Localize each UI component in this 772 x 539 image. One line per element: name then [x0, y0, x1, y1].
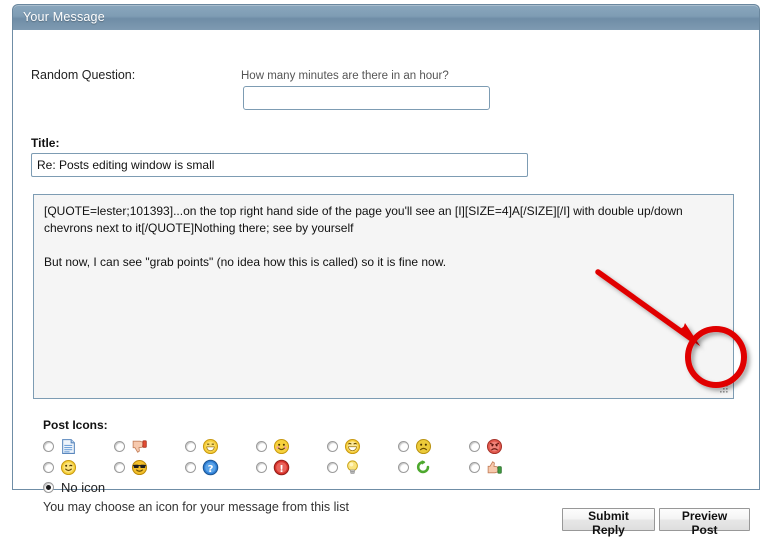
- random-question-text: How many minutes are there in an hour?: [241, 70, 449, 82]
- smiley-frown-icon[interactable]: [415, 438, 432, 455]
- arrow-redirect-icon[interactable]: [415, 459, 432, 476]
- post-icon-option-frown[interactable]: [398, 438, 469, 455]
- smiley-big-grin-icon[interactable]: [202, 438, 219, 455]
- no-icon-label: No icon: [61, 480, 105, 495]
- smiley-angry-icon[interactable]: [486, 438, 503, 455]
- post-icon-radio[interactable]: [43, 441, 54, 452]
- post-icon-option-redirect[interactable]: [398, 459, 469, 476]
- smiley-wink-icon[interactable]: [60, 459, 77, 476]
- post-icon-radio[interactable]: [43, 462, 54, 473]
- post-icon-option-thumbs-down[interactable]: [114, 438, 185, 455]
- post-icon-option-cool[interactable]: [114, 459, 185, 476]
- thumbs-down-icon[interactable]: [131, 438, 148, 455]
- post-icon-option-blush[interactable]: [256, 438, 327, 455]
- panel-body: Random Question: How many minutes are th…: [12, 30, 760, 490]
- lightbulb-icon[interactable]: [344, 459, 361, 476]
- no-icon-option[interactable]: No icon: [43, 480, 105, 495]
- title-input[interactable]: [31, 153, 528, 177]
- svg-text:!: !: [279, 464, 284, 475]
- post-icon-option-document[interactable]: [43, 438, 114, 455]
- message-editor: [QUOTE=lester;101393]...on the top right…: [33, 194, 734, 399]
- post-icon-radio[interactable]: [469, 462, 480, 473]
- post-icon-radio[interactable]: [256, 441, 267, 452]
- resize-grip-icon[interactable]: [717, 382, 731, 396]
- exclamation-mark-icon[interactable]: !: [273, 459, 290, 476]
- question-mark-icon[interactable]: ?: [202, 459, 219, 476]
- smiley-laugh-icon[interactable]: [344, 438, 361, 455]
- no-icon-radio[interactable]: [43, 482, 54, 493]
- post-icon-option-big-grin[interactable]: [185, 438, 256, 455]
- random-question-label: Random Question:: [31, 68, 135, 82]
- post-icons-row: [43, 436, 563, 457]
- post-icon-radio[interactable]: [398, 441, 409, 452]
- submit-reply-button[interactable]: Submit Reply: [562, 508, 655, 531]
- smiley-cool-icon[interactable]: [131, 459, 148, 476]
- post-icon-radio[interactable]: [469, 441, 480, 452]
- post-icon-option-angry[interactable]: [469, 438, 540, 455]
- your-message-panel: Your Message Random Question: How many m…: [12, 4, 760, 490]
- post-icon-radio[interactable]: [398, 462, 409, 473]
- thumbs-up-icon[interactable]: [486, 459, 503, 476]
- panel-title: Your Message: [23, 10, 105, 24]
- preview-post-button[interactable]: Preview Post: [659, 508, 750, 531]
- random-question-input[interactable]: [243, 86, 490, 110]
- post-icons-grid: ? !: [43, 436, 563, 478]
- post-icon-option-laugh[interactable]: [327, 438, 398, 455]
- post-icon-option-exclamation[interactable]: !: [256, 459, 327, 476]
- smiley-blush-icon[interactable]: [273, 438, 290, 455]
- post-icon-option-lightbulb[interactable]: [327, 459, 398, 476]
- panel-header: Your Message: [12, 4, 760, 30]
- form-footer: Submit Reply Preview Post: [0, 508, 772, 539]
- post-icon-radio[interactable]: [185, 441, 196, 452]
- svg-text:?: ?: [208, 464, 214, 475]
- message-textarea[interactable]: [QUOTE=lester;101393]...on the top right…: [33, 194, 734, 399]
- document-icon[interactable]: [60, 438, 77, 455]
- post-icon-option-wink[interactable]: [43, 459, 114, 476]
- post-icon-radio[interactable]: [256, 462, 267, 473]
- post-icon-radio[interactable]: [327, 462, 338, 473]
- post-icon-radio[interactable]: [114, 441, 125, 452]
- post-icon-option-thumbs-up[interactable]: [469, 459, 540, 476]
- post-icon-radio[interactable]: [185, 462, 196, 473]
- post-icon-radio[interactable]: [327, 441, 338, 452]
- post-icon-radio[interactable]: [114, 462, 125, 473]
- title-label: Title:: [31, 136, 59, 150]
- post-icons-row: ? !: [43, 457, 563, 478]
- post-icons-label: Post Icons:: [43, 418, 108, 432]
- post-icon-option-question[interactable]: ?: [185, 459, 256, 476]
